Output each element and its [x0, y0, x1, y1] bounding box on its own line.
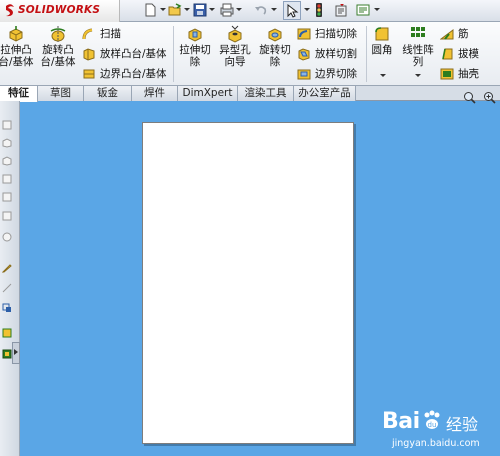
zoom-area-icon[interactable]: [483, 91, 496, 104]
loft-boss-icon: [83, 48, 95, 61]
lofted-cut-label: 放样切割: [315, 48, 357, 60]
tab-dimxpert[interactable]: DimXpert: [178, 86, 238, 101]
linear-pattern-button[interactable]: 线性阵 列: [398, 24, 438, 68]
tab-sketch[interactable]: 草图: [38, 86, 84, 101]
select-dropdown-arrow[interactable]: [304, 8, 310, 11]
boundary-cut-icon: [297, 69, 311, 80]
sphere-icon[interactable]: [2, 232, 12, 242]
rib-label: 筋: [458, 28, 469, 40]
zoom-to-fit-icon[interactable]: [463, 91, 476, 104]
linear-pattern-icon: [411, 27, 425, 37]
panel-collapse-handle[interactable]: [12, 342, 20, 364]
ribbon-separator: [366, 26, 367, 82]
shell-label: 抽壳: [458, 68, 479, 80]
hole-wizard-button[interactable]: 异型孔 向导: [216, 24, 254, 68]
watermark-url: jingyan.baidu.com: [392, 438, 480, 449]
draft-icon: [442, 48, 453, 60]
sweep-icon: [82, 28, 93, 40]
sketch-pencil-icon[interactable]: [2, 263, 12, 273]
extrude-boss-label: 拉伸凸 台/基体: [0, 44, 34, 68]
revolve-cut-icon: [268, 28, 282, 42]
part-icon[interactable]: [2, 211, 12, 221]
rib-icon: [440, 29, 454, 40]
command-manager-tabs: 特征 草图 钣金 焊件 DimXpert 渲染工具 办公室产品: [0, 86, 500, 102]
revolve-cut-label: 旋转切 除: [259, 44, 291, 68]
revolve-boss-label: 旋转凸 台/基体: [40, 44, 76, 68]
select-cursor-icon: [287, 4, 299, 18]
part-icon[interactable]: [2, 156, 12, 166]
reference-geometry-icon[interactable]: [2, 303, 12, 313]
print-dropdown-arrow[interactable]: [236, 8, 242, 11]
title-bar: SOLIDWORKS: [0, 0, 500, 22]
fillet-icon: [375, 27, 389, 41]
fillet-button[interactable]: 圆角: [368, 24, 396, 56]
tab-sheet-metal[interactable]: 钣金: [84, 86, 132, 101]
part-icon[interactable]: [2, 192, 12, 202]
save-dropdown-arrow[interactable]: [209, 8, 215, 11]
tab-features[interactable]: 特征: [0, 86, 38, 102]
open-dropdown-arrow[interactable]: [184, 8, 190, 11]
linear-pattern-dropdown-arrow[interactable]: [415, 74, 421, 77]
tab-weldments[interactable]: 焊件: [132, 86, 178, 101]
extrude-boss-icon: [9, 26, 23, 42]
tab-office-products[interactable]: 办公室产品: [294, 86, 356, 101]
line-icon[interactable]: [2, 283, 12, 293]
boundary-cut-label: 边界切除: [315, 68, 357, 80]
undo-icon[interactable]: [254, 3, 268, 17]
new-document-icon[interactable]: [143, 3, 157, 17]
watermark-brand-a: Bai: [382, 409, 420, 434]
drawing-sheet[interactable]: [142, 122, 354, 444]
hole-wizard-label: 异型孔 向导: [219, 44, 251, 68]
lofted-cut-icon: [298, 48, 310, 61]
solidworks-logo[interactable]: SOLIDWORKS: [0, 0, 120, 22]
app-logo-text: SOLIDWORKS: [18, 4, 101, 16]
part-icon[interactable]: [2, 120, 12, 130]
ds-logo-icon: [6, 4, 14, 17]
rebuild-traffic-light-icon[interactable]: [315, 3, 323, 17]
hole-wizard-icon: [228, 25, 242, 43]
save-disk-icon[interactable]: [193, 3, 207, 17]
part-icon[interactable]: [2, 174, 12, 184]
revolve-cut-button[interactable]: 旋转切 除: [257, 24, 293, 68]
boundary-boss-label: 边界凸台/基体: [100, 68, 167, 80]
undo-dropdown-arrow[interactable]: [271, 8, 277, 11]
revolve-boss-icon: [50, 26, 66, 42]
paw-logo-icon: du: [424, 410, 440, 429]
tab-render-tools[interactable]: 渲染工具: [238, 86, 294, 101]
svg-text:du: du: [428, 421, 437, 429]
extrude-cut-icon: [188, 28, 202, 42]
feature-manager-strip: [0, 101, 20, 456]
revolve-boss-button[interactable]: 旋转凸 台/基体: [38, 24, 78, 68]
open-folder-icon[interactable]: [168, 3, 182, 17]
watermark-brand-b: 经验: [446, 415, 479, 434]
fillet-dropdown-arrow[interactable]: [380, 74, 386, 77]
draft-label: 拔模: [458, 48, 479, 60]
curves-icon[interactable]: [2, 328, 12, 338]
loft-boss-label: 放样凸台/基体: [100, 48, 167, 60]
part-icon[interactable]: [2, 138, 12, 148]
ribbon-separator: [173, 26, 174, 82]
select-tool-frame[interactable]: [283, 1, 301, 20]
extrude-cut-button[interactable]: 拉伸切 除: [178, 24, 212, 68]
print-icon[interactable]: [220, 3, 234, 17]
extrude-cut-label: 拉伸切 除: [179, 44, 211, 68]
sweep-label: 扫描: [100, 28, 121, 40]
file-properties-icon[interactable]: [334, 3, 348, 17]
options-dropdown-arrow[interactable]: [374, 8, 380, 11]
shell-icon: [440, 68, 454, 80]
linear-pattern-label: 线性阵 列: [402, 44, 434, 68]
boundary-boss-icon: [83, 69, 95, 79]
options-icon[interactable]: [356, 3, 370, 17]
instant3d-icon[interactable]: [2, 349, 12, 359]
swept-cut-label: 扫描切除: [315, 28, 357, 40]
command-manager: 拉伸凸 台/基体 旋转凸 台/基体 扫描 放样凸台/基体 边界凸台/基体 拉伸切…: [0, 22, 500, 86]
new-dropdown-arrow[interactable]: [160, 8, 166, 11]
fillet-label: 圆角: [371, 44, 393, 56]
extrude-boss-button[interactable]: 拉伸凸 台/基体: [0, 24, 34, 68]
swept-cut-icon: [297, 28, 311, 40]
baidu-watermark: Bai du 经验 jingyan.baidu.com: [382, 405, 497, 453]
